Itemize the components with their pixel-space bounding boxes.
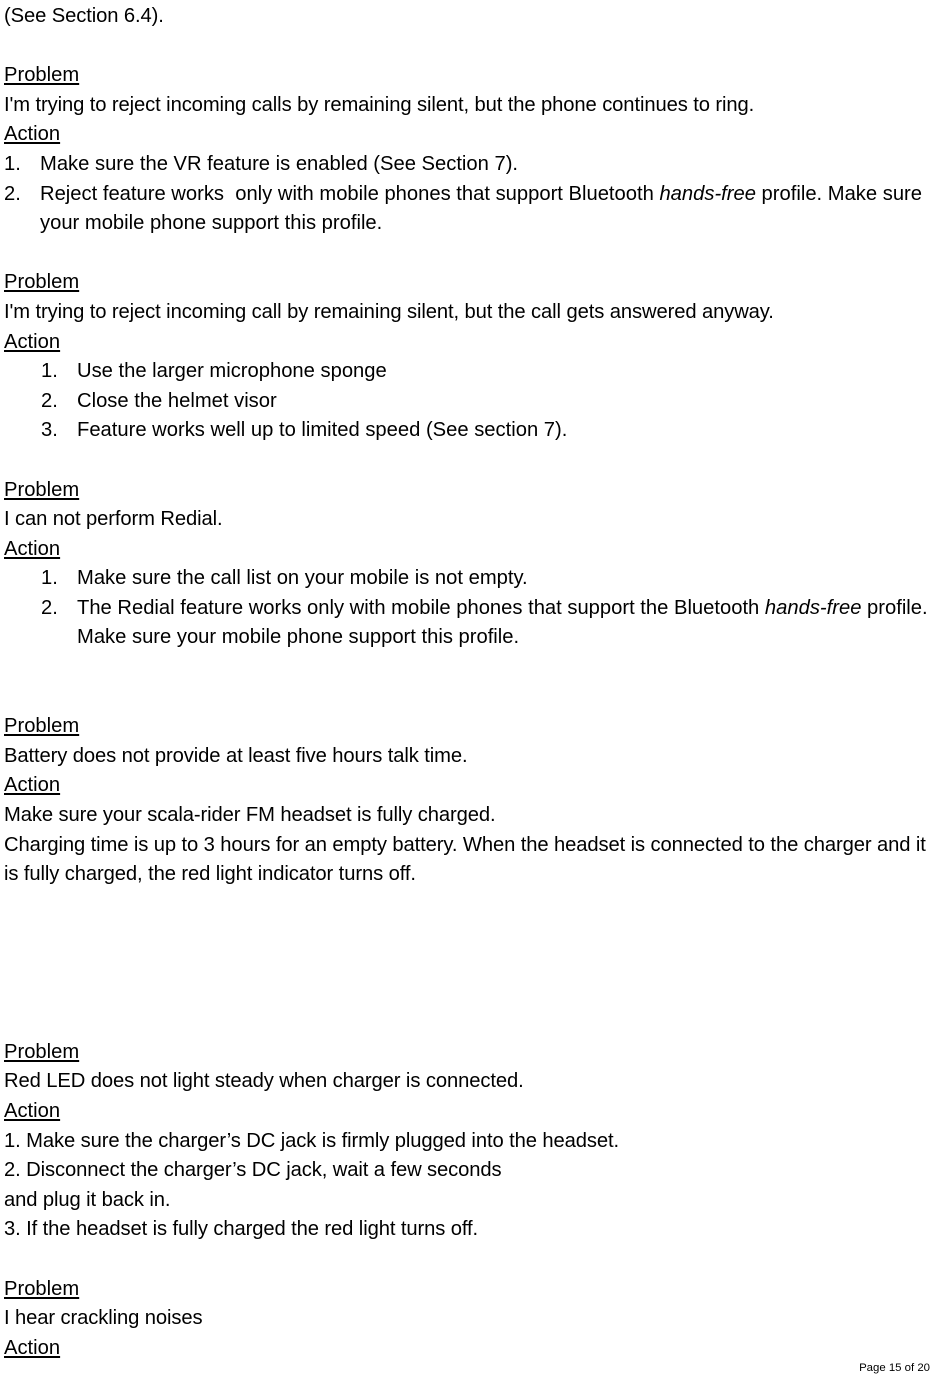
page-footer: Page 15 of 20 bbox=[859, 1361, 930, 1375]
action-heading-2: Action bbox=[4, 328, 934, 358]
action-list-1: 1. Make sure the VR feature is enabled (S… bbox=[4, 150, 934, 239]
action-heading-6: Action bbox=[4, 1334, 934, 1364]
list-number: 3. bbox=[41, 419, 58, 442]
action-line: 1. Make sure the charger’s DC jack is fi… bbox=[4, 1129, 620, 1152]
problem-heading-4: Problem bbox=[4, 712, 934, 742]
problem-label-4: Problem bbox=[4, 715, 80, 738]
list-item: 2. Reject feature works only with mobile … bbox=[4, 180, 934, 239]
list-text: Reject feature works only with mobile ph… bbox=[40, 182, 660, 205]
problem-label-5: Problem bbox=[4, 1040, 80, 1063]
list-text: Close the helmet visor bbox=[77, 389, 277, 412]
problem-heading-1: Problem bbox=[4, 61, 934, 91]
list-text: The Redial feature works only with mobil… bbox=[77, 596, 765, 619]
list-text: Make sure the VR feature is enabled (See… bbox=[40, 152, 519, 175]
action-line: Make sure your scala-rider FM headset is… bbox=[4, 804, 496, 827]
action-line: Charging time is up to 3 hours for an em… bbox=[4, 833, 932, 886]
problem-text-5: Red LED does not light steady when charg… bbox=[4, 1070, 524, 1093]
problem-text-2: I'm trying to reject incoming call by re… bbox=[4, 300, 774, 323]
problem-label-1: Problem bbox=[4, 64, 80, 87]
action-list-2: 1. Use the larger microphone sponge 2. Clo… bbox=[4, 357, 934, 446]
action-line: 3. If the headset is fully charged the r… bbox=[4, 1218, 479, 1241]
action-label-3: Action bbox=[4, 537, 61, 560]
action-label-6: Action bbox=[4, 1336, 61, 1359]
action-label-1: Action bbox=[4, 123, 61, 146]
page-number-text: Page 15 of 20 bbox=[859, 1362, 930, 1374]
list-text-italic: hands-free bbox=[764, 596, 862, 619]
action-label-2: Action bbox=[4, 330, 61, 353]
problem-label-2: Problem bbox=[4, 271, 80, 294]
problem-heading-6: Problem bbox=[4, 1275, 934, 1305]
problem-text-1: I'm trying to reject incoming calls by r… bbox=[4, 93, 755, 116]
list-item: 1. Make sure the VR feature is enabled (S… bbox=[4, 150, 934, 180]
problem-heading-5: Problem bbox=[4, 1038, 934, 1068]
list-text-italic: hands-free bbox=[659, 182, 756, 205]
problem-text-6: I hear crackling noises bbox=[4, 1307, 203, 1330]
list-item: 2. Close the helmet visor bbox=[4, 387, 934, 417]
list-number: 1. bbox=[41, 360, 58, 383]
action-heading-5: Action bbox=[4, 1097, 934, 1127]
problem-heading-3: Problem bbox=[4, 476, 934, 506]
list-item: 2. The Redial feature works only with mob… bbox=[4, 594, 934, 653]
list-number: 2. bbox=[41, 596, 58, 619]
list-item: 1. Use the larger microphone sponge bbox=[4, 357, 934, 387]
problem-text-3: I can not perform Redial. bbox=[4, 508, 223, 531]
problem-label-3: Problem bbox=[4, 478, 80, 501]
action-line: 2. Disconnect the charger’s DC jack, wai… bbox=[4, 1159, 502, 1182]
list-text: Use the larger microphone sponge bbox=[77, 360, 387, 383]
list-number: 2. bbox=[4, 182, 21, 205]
action-heading-1: Action bbox=[4, 120, 934, 150]
list-text: Make sure the call list on your mobile i… bbox=[77, 567, 528, 590]
list-number: 2. bbox=[41, 389, 58, 412]
list-number: 1. bbox=[4, 152, 21, 175]
problem-heading-2: Problem bbox=[4, 268, 934, 298]
list-item: 1. Make sure the call list on your mobile… bbox=[4, 564, 934, 594]
action-heading-4: Action bbox=[4, 771, 934, 801]
document-body: (See Section 6.4). Problem I'm trying to… bbox=[4, 2, 934, 1363]
action-label-4: Action bbox=[4, 774, 61, 797]
intro-line: (See Section 6.4). bbox=[4, 5, 164, 27]
action-line: and plug it back in. bbox=[4, 1188, 171, 1211]
action-list-3: 1. Make sure the call list on your mobile… bbox=[4, 564, 934, 653]
list-number: 1. bbox=[41, 567, 58, 590]
problem-label-6: Problem bbox=[4, 1277, 80, 1300]
document-page: (See Section 6.4). Problem I'm trying to… bbox=[0, 0, 938, 1383]
list-text: Feature works well up to limited speed (… bbox=[77, 419, 568, 442]
list-item: 3. Feature works well up to limited speed… bbox=[4, 416, 934, 446]
problem-text-4: Battery does not provide at least five h… bbox=[4, 744, 468, 767]
action-label-5: Action bbox=[4, 1100, 61, 1122]
action-heading-3: Action bbox=[4, 535, 934, 565]
